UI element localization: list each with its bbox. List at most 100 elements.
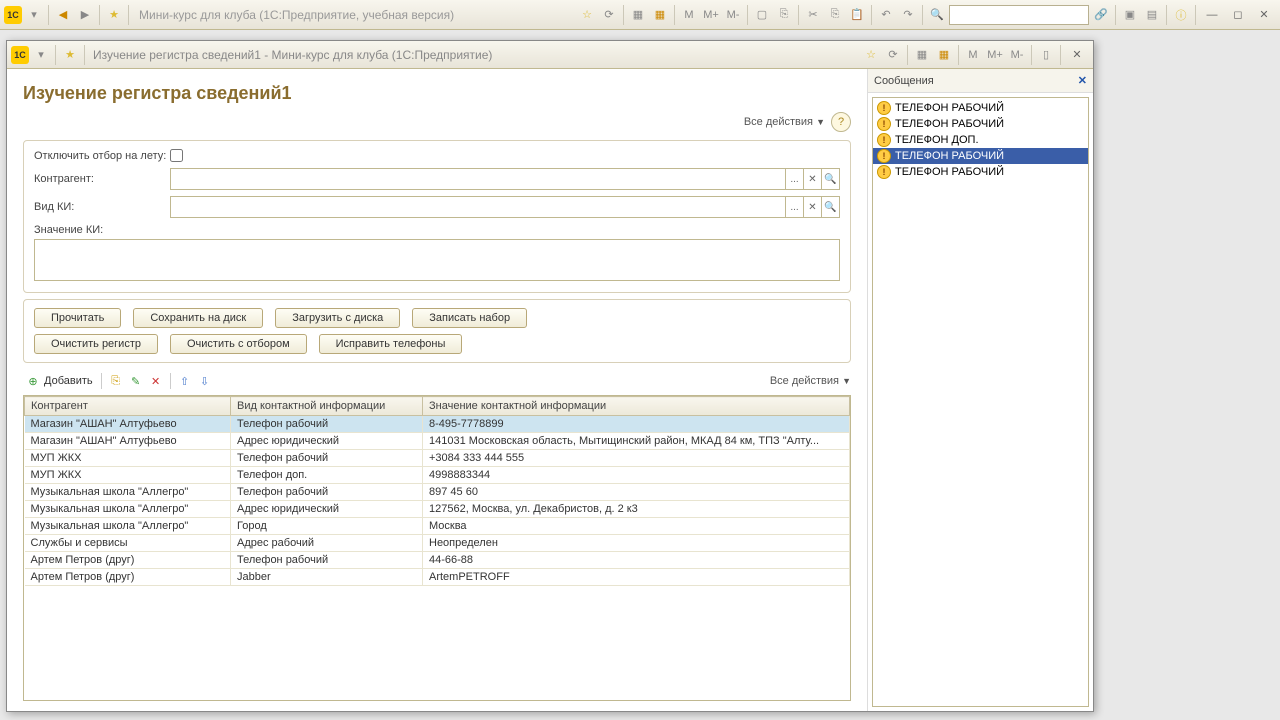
table-row[interactable]: МУП ЖКХТелефон рабочий+3084 333 444 555 bbox=[25, 450, 850, 467]
lookup-icon[interactable]: 🔍 bbox=[821, 169, 839, 189]
clear-icon[interactable]: ✕ bbox=[803, 197, 821, 217]
messages-title: Сообщения bbox=[874, 75, 1078, 87]
contractor-input[interactable] bbox=[171, 169, 785, 189]
dropdown-icon[interactable]: ▾ bbox=[31, 45, 51, 65]
move-down-icon[interactable]: ⇩ bbox=[197, 373, 213, 389]
delete-row-icon[interactable]: ✕ bbox=[148, 373, 164, 389]
main-toolbar: 1C ▾ ◀ ▶ ★ Мини-курс для клуба (1С:Предп… bbox=[0, 0, 1280, 30]
calendar2-icon[interactable]: ▦ bbox=[650, 5, 670, 25]
copy-row-icon[interactable]: ⎘ bbox=[108, 373, 124, 389]
table-row[interactable]: Музыкальная школа "Аллегро"Адрес юридиче… bbox=[25, 501, 850, 518]
clear-filtered-button[interactable]: Очистить с отбором bbox=[170, 334, 307, 354]
save-disk-button[interactable]: Сохранить на диск bbox=[133, 308, 263, 328]
clear-register-button[interactable]: Очистить регистр bbox=[34, 334, 158, 354]
windows-icon[interactable]: ▣ bbox=[1120, 5, 1140, 25]
select-icon[interactable]: ... bbox=[785, 169, 803, 189]
child-titlebar: 1C ▾ ★ Изучение регистра сведений1 - Мин… bbox=[7, 41, 1093, 69]
table-row[interactable]: Артем Петров (друг)JabberArtemPETROFF bbox=[25, 569, 850, 586]
data-grid: КонтрагентВид контактной информацииЗначе… bbox=[24, 396, 850, 586]
table-row[interactable]: МУП ЖКХТелефон доп.4998883344 bbox=[25, 467, 850, 484]
cut-icon[interactable]: ✂ bbox=[803, 5, 823, 25]
maximize-icon[interactable]: ◻ bbox=[1226, 6, 1250, 24]
table-row[interactable]: Службы и сервисыАдрес рабочийНеопределен bbox=[25, 535, 850, 552]
star-icon[interactable]: ☆ bbox=[861, 45, 881, 65]
copy2-icon[interactable]: ⎘ bbox=[825, 5, 845, 25]
edit-row-icon[interactable]: ✎ bbox=[128, 373, 144, 389]
grid-container[interactable]: КонтрагентВид контактной информацииЗначе… bbox=[23, 395, 851, 701]
refresh-icon[interactable]: ⟳ bbox=[883, 45, 903, 65]
search-icon[interactable]: 🔍 bbox=[927, 5, 947, 25]
messages-list[interactable]: !ТЕЛЕФОН РАБОЧИЙ!ТЕЛЕФОН РАБОЧИЙ!ТЕЛЕФОН… bbox=[872, 97, 1089, 707]
table-toolbar: ⊕Добавить ⎘ ✎ ✕ ⇧ ⇩ Все действия ▼ bbox=[23, 371, 851, 391]
forward-icon[interactable]: ▶ bbox=[75, 5, 95, 25]
calendar-icon[interactable]: ▦ bbox=[628, 5, 648, 25]
help-icon[interactable]: ⓘ bbox=[1171, 5, 1191, 25]
link-icon[interactable]: 🔗 bbox=[1091, 5, 1111, 25]
child-close-icon[interactable]: ✕ bbox=[1065, 46, 1089, 64]
move-up-icon[interactable]: ⇧ bbox=[177, 373, 193, 389]
column-header[interactable]: Вид контактной информации bbox=[231, 397, 423, 416]
back-icon[interactable]: ◀ bbox=[53, 5, 73, 25]
undo-icon[interactable]: ↶ bbox=[876, 5, 896, 25]
write-set-button[interactable]: Записать набор bbox=[412, 308, 527, 328]
load-disk-button[interactable]: Загрузить с диска bbox=[275, 308, 400, 328]
warning-icon: ! bbox=[877, 101, 891, 115]
messages-close-icon[interactable]: ✕ bbox=[1078, 74, 1087, 87]
search-dropdown[interactable] bbox=[949, 5, 1089, 25]
disable-filter-checkbox[interactable] bbox=[170, 149, 183, 162]
message-item[interactable]: !ТЕЛЕФОН РАБОЧИЙ bbox=[873, 148, 1088, 164]
table-row[interactable]: Магазин "АШАН" АлтуфьевоТелефон рабочий8… bbox=[25, 416, 850, 433]
add-button[interactable]: ⊕Добавить bbox=[23, 371, 95, 391]
windows2-icon[interactable]: ▤ bbox=[1142, 5, 1162, 25]
table-all-actions-link[interactable]: Все действия ▼ bbox=[770, 375, 851, 387]
page-title: Изучение регистра сведений1 bbox=[23, 83, 851, 104]
favorite-icon[interactable]: ★ bbox=[60, 45, 80, 65]
m-icon[interactable]: M bbox=[679, 5, 699, 25]
read-button[interactable]: Прочитать bbox=[34, 308, 121, 328]
contractor-label: Контрагент: bbox=[34, 173, 170, 185]
table-row[interactable]: Музыкальная школа "Аллегро"ГородМосква bbox=[25, 518, 850, 535]
column-header[interactable]: Контрагент bbox=[25, 397, 231, 416]
ci-type-input[interactable] bbox=[171, 197, 785, 217]
warning-icon: ! bbox=[877, 149, 891, 163]
all-actions-link[interactable]: Все действия ▼ bbox=[744, 116, 825, 128]
m-minus-icon[interactable]: M- bbox=[1007, 45, 1027, 65]
favorite-icon[interactable]: ★ bbox=[104, 5, 124, 25]
message-item[interactable]: !ТЕЛЕФОН РАБОЧИЙ bbox=[873, 100, 1088, 116]
warning-icon: ! bbox=[877, 117, 891, 131]
m-plus-icon[interactable]: M+ bbox=[985, 45, 1005, 65]
table-row[interactable]: Музыкальная школа "Аллегро"Телефон рабоч… bbox=[25, 484, 850, 501]
column-header[interactable]: Значение контактной информации bbox=[423, 397, 850, 416]
help-icon[interactable]: ? bbox=[831, 112, 851, 132]
ci-type-label: Вид КИ: bbox=[34, 201, 170, 213]
child-title: Изучение регистра сведений1 - Мини-курс … bbox=[93, 48, 859, 62]
copy-icon[interactable]: ⎘ bbox=[774, 5, 794, 25]
redo-icon[interactable]: ↷ bbox=[898, 5, 918, 25]
ci-value-textarea[interactable] bbox=[34, 239, 840, 281]
fix-phones-button[interactable]: Исправить телефоны bbox=[319, 334, 463, 354]
filters-box: Отключить отбор на лету: Контрагент: ...… bbox=[23, 140, 851, 293]
table-row[interactable]: Магазин "АШАН" АлтуфьевоАдрес юридически… bbox=[25, 433, 850, 450]
calendar-icon[interactable]: ▦ bbox=[912, 45, 932, 65]
lookup-icon[interactable]: 🔍 bbox=[821, 197, 839, 217]
m-plus-icon[interactable]: M+ bbox=[701, 5, 721, 25]
page-icon[interactable]: ▯ bbox=[1036, 45, 1056, 65]
clear-icon[interactable]: ✕ bbox=[803, 169, 821, 189]
paste-icon[interactable]: 📋 bbox=[847, 5, 867, 25]
refresh-icon[interactable]: ⟳ bbox=[599, 5, 619, 25]
star-icon[interactable]: ☆ bbox=[577, 5, 597, 25]
minimize-icon[interactable]: — bbox=[1200, 6, 1224, 24]
calendar2-icon[interactable]: ▦ bbox=[934, 45, 954, 65]
message-item[interactable]: !ТЕЛЕФОН РАБОЧИЙ bbox=[873, 164, 1088, 180]
message-item[interactable]: !ТЕЛЕФОН РАБОЧИЙ bbox=[873, 116, 1088, 132]
close-icon[interactable]: ✕ bbox=[1252, 6, 1276, 24]
m-icon[interactable]: M bbox=[963, 45, 983, 65]
child-window: 1C ▾ ★ Изучение регистра сведений1 - Мин… bbox=[6, 40, 1094, 712]
new-icon[interactable]: ▢ bbox=[752, 5, 772, 25]
dropdown-icon[interactable]: ▾ bbox=[24, 5, 44, 25]
select-icon[interactable]: ... bbox=[785, 197, 803, 217]
m-minus-icon[interactable]: M- bbox=[723, 5, 743, 25]
message-item[interactable]: !ТЕЛЕФОН ДОП. bbox=[873, 132, 1088, 148]
warning-icon: ! bbox=[877, 133, 891, 147]
table-row[interactable]: Артем Петров (друг)Телефон рабочий44-66-… bbox=[25, 552, 850, 569]
